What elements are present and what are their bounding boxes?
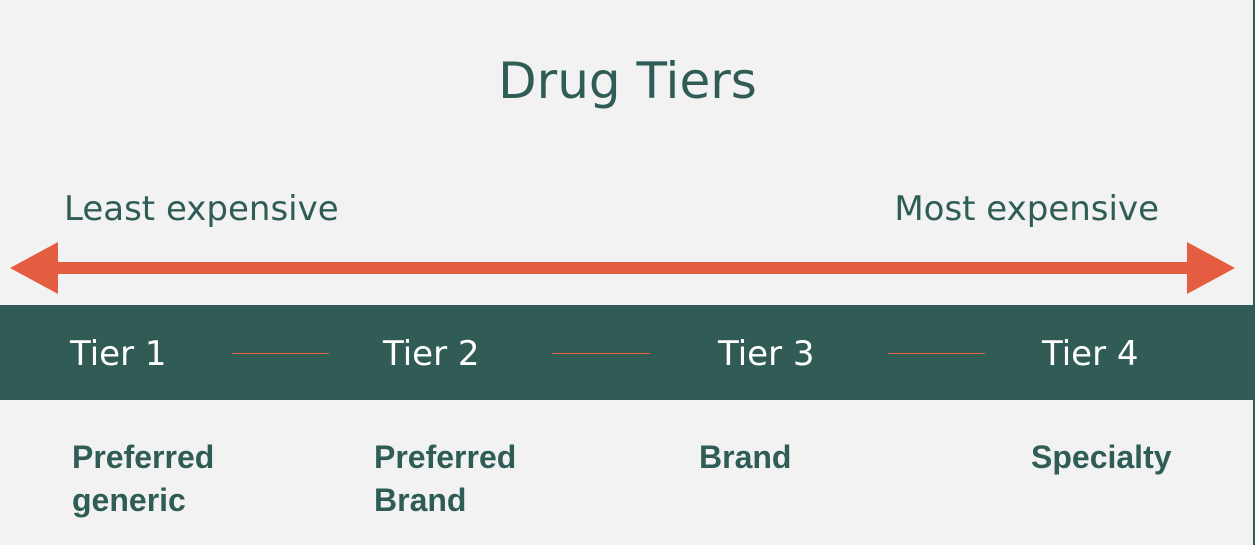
left-arrowhead [10, 242, 58, 294]
tier-2-label: Tier 2 [383, 334, 480, 374]
tier-3-description: Brand [699, 439, 792, 475]
diagram-title: Drug Tiers [498, 52, 757, 110]
tier-connector-1-2 [232, 353, 329, 354]
drug-tiers-diagram: Drug Tiers Least expensive Most expensiv… [0, 0, 1255, 545]
tier-4-label: Tier 4 [1042, 334, 1139, 374]
right-arrowhead [1187, 242, 1235, 294]
tier-1-description: Preferred generic [72, 439, 215, 518]
most-expensive-label: Most expensive [894, 189, 1159, 229]
tier-4-description: Specialty [1031, 439, 1172, 475]
least-expensive-label: Least expensive [64, 189, 339, 229]
tier-2-description: Preferred Brand [374, 439, 517, 518]
tier-1-label: Tier 1 [70, 334, 167, 374]
tier-3-label: Tier 3 [718, 334, 815, 374]
tier-connector-3-4 [888, 353, 985, 354]
cost-range-double-arrow [10, 242, 1235, 294]
arrow-shaft [54, 262, 1191, 274]
tier-connector-2-3 [552, 353, 650, 354]
